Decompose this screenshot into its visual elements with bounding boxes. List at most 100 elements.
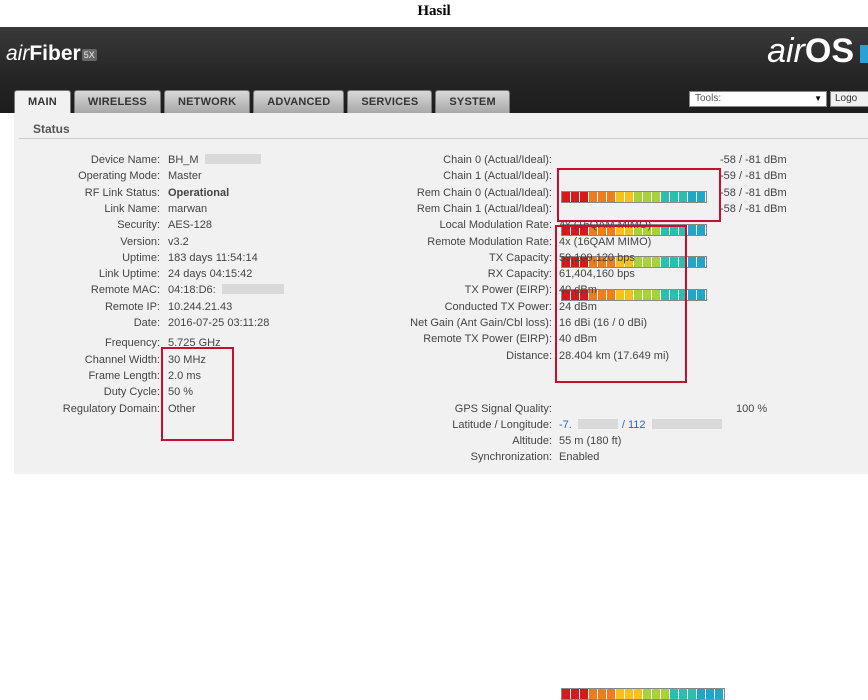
airfiber-logo: airFiber 5X xyxy=(6,42,97,65)
tools-dropdown[interactable]: Tools: ▼ xyxy=(689,91,827,107)
status-label: Remote TX Power (EIRP): xyxy=(423,333,552,346)
status-value-text: 50 % xyxy=(168,386,194,399)
signal-segment xyxy=(697,689,705,699)
dropdown-arrow-icon: ▼ xyxy=(814,94,822,103)
status-panel: Status Device Name: BH_M Operating Mode: Ma… xyxy=(14,113,868,700)
status-row: Remote Modulation Rate: 4x (16QAM MIMO) xyxy=(14,234,868,250)
chain-signal-value: -59 / -81 dBm xyxy=(720,170,787,183)
status-label: Altitude: xyxy=(512,435,552,448)
status-value: 55 m (180 ft) xyxy=(559,435,622,448)
status-label: Remote Modulation Rate: xyxy=(427,235,552,248)
status-row: Rem Chain 1 (Actual/Ideal): -58 / -81 dBm xyxy=(14,201,868,301)
signal-strength-bar xyxy=(561,688,725,700)
status-value-text: 2.0 ms xyxy=(168,369,202,382)
longitude-value: / 112 xyxy=(621,418,646,431)
tab-wireless[interactable]: WIRELESS xyxy=(73,90,161,113)
status-row: Chain 1 (Actual/Ideal): -59 / -81 dBm xyxy=(14,168,868,236)
tools-dropdown-label: Tools: xyxy=(695,93,722,104)
signal-segment xyxy=(661,689,669,699)
chain-signal-value: -58 / -81 dBm xyxy=(720,202,787,215)
status-value: 61,404,160 bps xyxy=(559,268,635,281)
status-row: Duty Cycle: 50 % xyxy=(14,384,414,400)
status-row: Altitude: 55 m (180 ft) xyxy=(14,433,868,449)
tab-network[interactable]: NETWORK xyxy=(163,90,251,113)
status-value: Enabled xyxy=(559,451,600,464)
status-value: 4x (16QAM MIMO) xyxy=(559,235,652,248)
gps-quality-value: 100 % xyxy=(736,402,768,415)
signal-segment xyxy=(616,689,624,699)
signal-segment xyxy=(571,689,579,699)
signal-segment xyxy=(715,689,723,699)
chain-signal-value: -58 / -81 dBm xyxy=(720,186,787,199)
lat-lon-value: -7. / 112 xyxy=(559,417,722,433)
status-value: 50 % xyxy=(168,384,193,400)
status-label: Synchronization: xyxy=(470,451,552,464)
status-row: Frame Length: 2.0 ms xyxy=(14,368,414,384)
status-label: Local Modulation Rate: xyxy=(439,219,552,232)
tab-main[interactable]: MAIN xyxy=(14,90,71,114)
status-row: Local Modulation Rate: 4x (16QAM MIMO) xyxy=(14,217,868,233)
status-value: 59,109,120 bps xyxy=(559,251,635,264)
status-label: TX Capacity: xyxy=(489,251,552,264)
status-row: TX Capacity: 59,109,120 bps xyxy=(14,250,868,266)
status-value: 2.0 ms xyxy=(168,368,201,384)
status-label: Net Gain (Ant Gain/Cbl loss): xyxy=(410,317,552,329)
status-row: Rem Chain 0 (Actual/Ideal): -58 / -81 dBm xyxy=(14,185,868,269)
tab-advanced[interactable]: ADVANCED xyxy=(253,90,345,113)
status-label: Conducted TX Power: xyxy=(444,300,552,313)
status-row: Distance: 28.404 km (17.649 mi) xyxy=(14,348,868,364)
status-label: Rem Chain 1 (Actual/Ideal): xyxy=(416,202,552,215)
status-value: 40 dBm xyxy=(559,284,597,297)
signal-segment xyxy=(598,689,606,699)
app-header: airFiber 5X airOS MAIN WIRELESS NETWORK A… xyxy=(0,27,868,114)
status-row: GPS Signal Quality: 100 % xyxy=(14,401,868,700)
status-label: Frame Length: xyxy=(88,369,160,382)
status-label: Duty Cycle: xyxy=(103,386,160,399)
status-value: 40 dBm xyxy=(559,333,597,346)
status-row: Chain 0 (Actual/Ideal): -58 / -81 dBm xyxy=(14,152,868,203)
signal-segment xyxy=(634,689,642,699)
status-row: Net Gain (Ant Gain/Cbl loss): 16 dBi (16 … xyxy=(14,315,868,331)
status-label: TX Power (EIRP): xyxy=(464,284,552,297)
redacted-mask xyxy=(651,418,722,429)
figure-caption: Hasil xyxy=(417,3,451,19)
status-value: 4x (16QAM MIMO) xyxy=(559,219,652,232)
status-value: 16 dBi (16 / 0 dBi) xyxy=(559,317,648,329)
signal-segment xyxy=(670,689,678,699)
main-tabs: MAIN WIRELESS NETWORK ADVANCED SERVICES … xyxy=(14,90,513,114)
signal-segment xyxy=(652,689,660,699)
status-label: Chain 0 (Actual/Ideal): xyxy=(443,154,552,166)
logout-button[interactable]: Logo xyxy=(830,91,868,107)
ubiquiti-logo-mark xyxy=(860,45,868,63)
signal-segment xyxy=(688,689,696,699)
signal-segment xyxy=(562,689,570,699)
signal-segment xyxy=(607,689,615,699)
signal-segment xyxy=(580,689,588,699)
divider xyxy=(19,138,868,139)
status-label: Rem Chain 0 (Actual/Ideal): xyxy=(416,186,552,199)
latitude-value: -7. xyxy=(559,418,572,431)
status-label: Distance: xyxy=(506,349,552,362)
status-value: 28.404 km (17.649 mi) xyxy=(559,349,670,362)
status-row: Latitude / Longitude: -7. / 112 xyxy=(14,417,868,433)
status-row: TX Power (EIRP): 40 dBm xyxy=(14,282,868,298)
signal-segment xyxy=(679,689,687,699)
status-label: Chain 1 (Actual/Ideal): xyxy=(443,170,552,183)
status-value: 24 dBm xyxy=(559,300,597,313)
status-label: GPS Signal Quality: xyxy=(454,402,552,415)
status-heading: Status xyxy=(33,122,70,136)
status-row: RX Capacity: 61,404,160 bps xyxy=(14,266,868,282)
redacted-mask xyxy=(577,418,618,429)
status-label: RX Capacity: xyxy=(487,268,552,281)
tab-system[interactable]: SYSTEM xyxy=(435,90,510,113)
status-row: Synchronization: Enabled xyxy=(14,449,868,465)
signal-segment xyxy=(706,689,714,699)
status-row: Conducted TX Power: 24 dBm xyxy=(14,299,868,315)
signal-segment xyxy=(589,689,597,699)
airos-logo: airOS xyxy=(767,32,854,70)
tab-services[interactable]: SERVICES xyxy=(347,90,433,113)
chain-signal-value: -58 / -81 dBm xyxy=(720,154,787,166)
status-row: Remote TX Power (EIRP): 40 dBm xyxy=(14,331,868,347)
status-label: Latitude / Longitude: xyxy=(452,418,552,431)
signal-segment xyxy=(625,689,633,699)
